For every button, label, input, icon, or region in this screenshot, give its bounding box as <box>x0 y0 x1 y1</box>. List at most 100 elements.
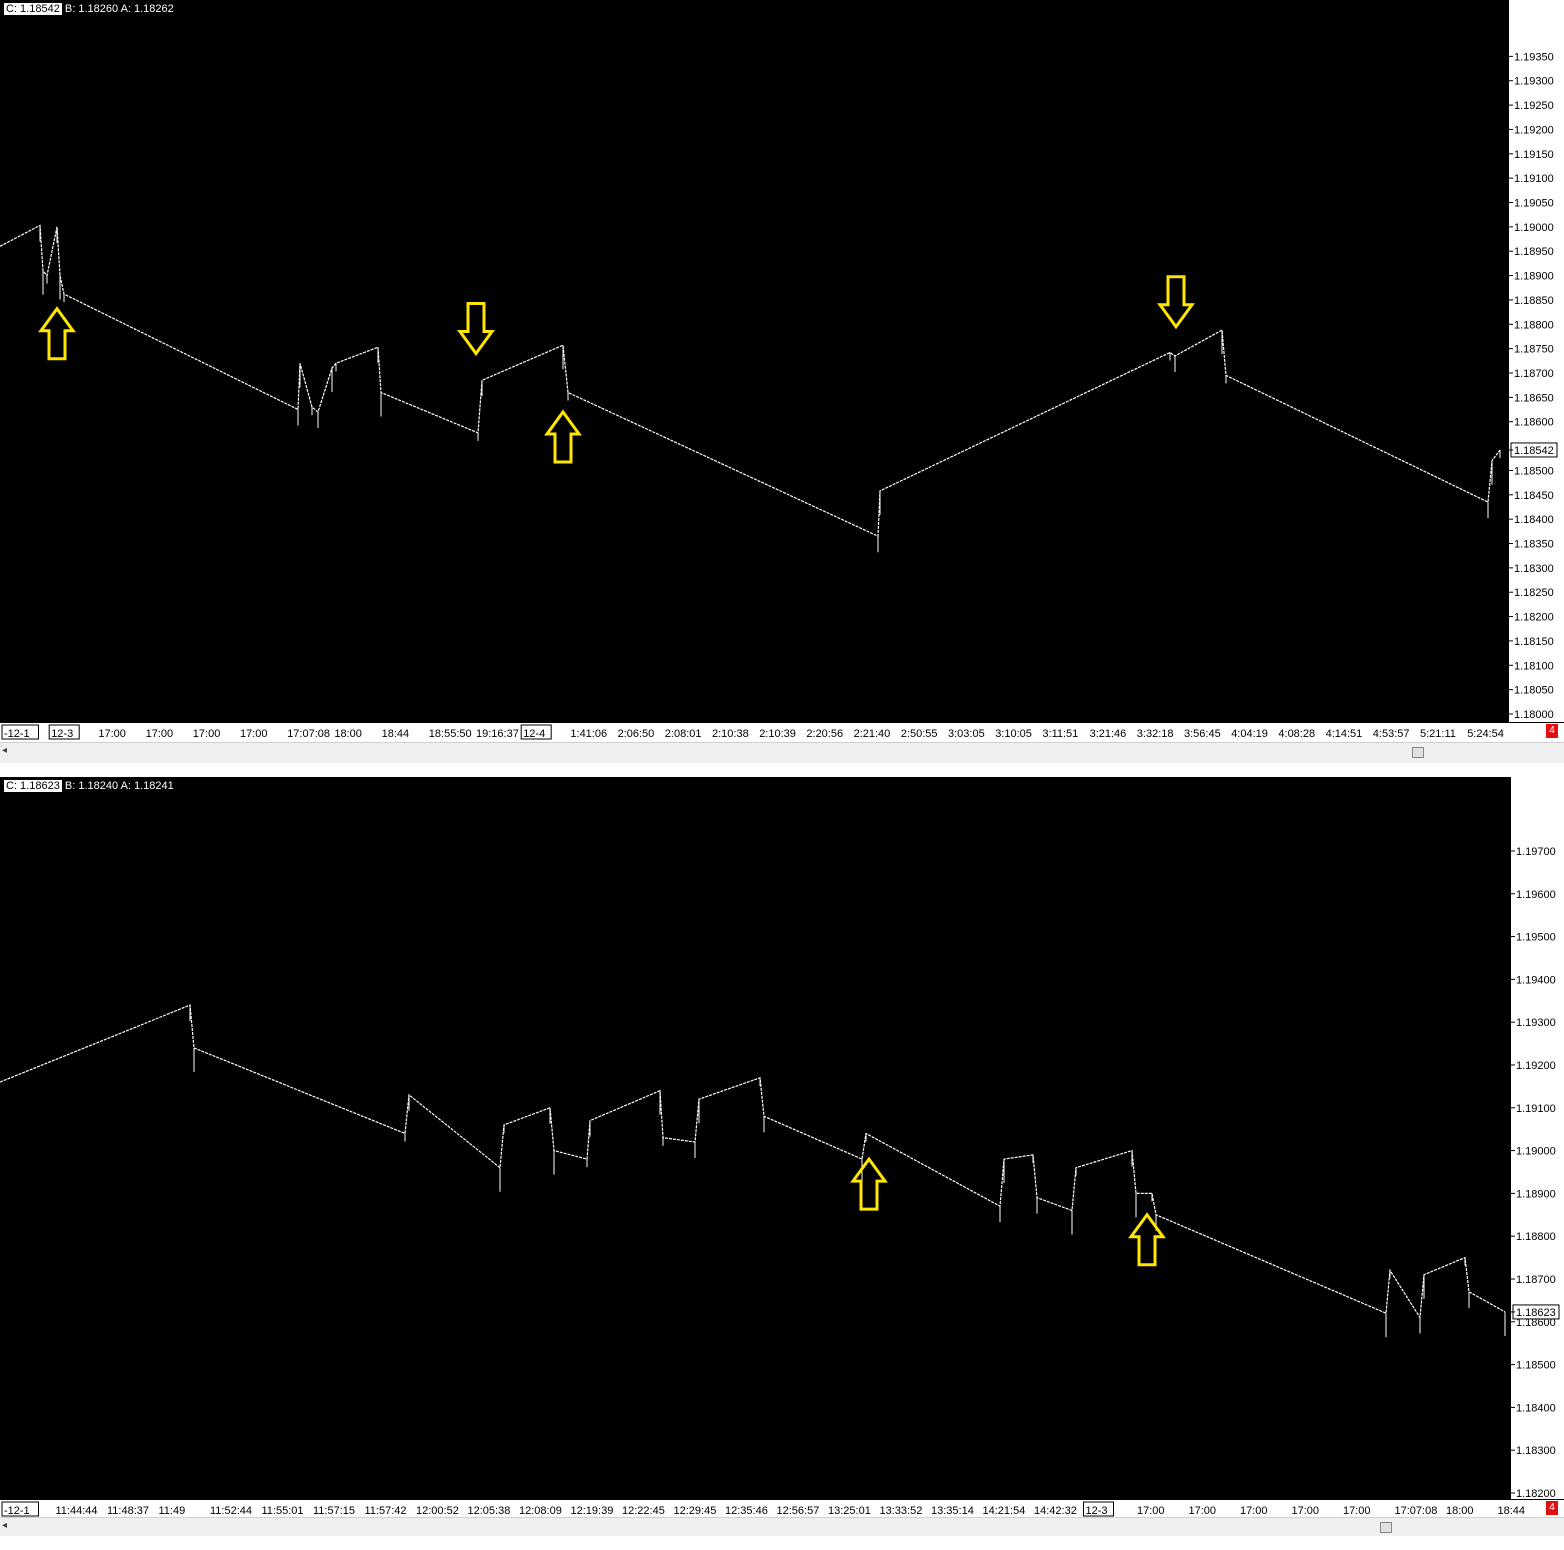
alert-count-badge[interactable]: 4 <box>1546 724 1558 738</box>
y-tick-label: 1.18900 <box>1516 1188 1556 1200</box>
y-tick-label: 1.18400 <box>1514 514 1554 526</box>
y-tick-label: 1.18400 <box>1516 1402 1556 1414</box>
y-tick-label: 1.18800 <box>1516 1231 1556 1243</box>
x-tick-label: 4:14:51 <box>1326 728 1363 740</box>
x-tick-label: 3:03:05 <box>948 728 985 740</box>
x-tick-label: 2:10:38 <box>712 728 749 740</box>
price-series-line <box>0 224 1501 538</box>
y-axis-bottom[interactable]: 1.19700 1.19600 1.19500 1.19400 1.19300 1.192… <box>1510 777 1564 1500</box>
panel-divider <box>0 764 1564 777</box>
x-tick-label: 18:00 <box>334 728 362 740</box>
x-tick-label: 11:44:44 <box>56 1505 98 1517</box>
x-axis-top[interactable]: -12-1 12-3 17:00 17:00 17:00 17:00 17:07:08 18:… <box>0 722 1564 743</box>
plot-area-top[interactable]: C: 1.18542 B: 1.18260 A: 1.18262 <box>0 0 1508 722</box>
last-price-label: 1.18542 <box>1514 445 1554 457</box>
y-tick-label: 1.18850 <box>1514 295 1554 307</box>
x-tick-label: 12:35:46 <box>725 1505 768 1517</box>
x-tick-label: 13:33:52 <box>880 1505 923 1517</box>
y-tick-label: 1.18700 <box>1516 1274 1556 1286</box>
x-tick-label: 3:11:51 <box>1042 728 1078 740</box>
chart-panel-bottom[interactable]: C: 1.18623 B: 1.18240 A: 1.18241 1.19700… <box>0 777 1564 1550</box>
y-tick-label: 1.19000 <box>1514 222 1554 234</box>
x-tick-label: 14:42:32 <box>1034 1505 1077 1517</box>
x-tick-label: 4:53:57 <box>1373 728 1410 740</box>
x-tick-label: 13:35:14 <box>931 1505 974 1517</box>
x-tick-label: 17:07:08 <box>287 728 330 740</box>
y-tick-label: 1.19700 <box>1516 846 1556 858</box>
x-tick-label: 12:00:52 <box>416 1505 459 1517</box>
y-tick-label: 1.18300 <box>1514 563 1554 575</box>
x-tick-label: 12:56:57 <box>777 1505 820 1517</box>
x-date-label: -12-1 <box>4 728 30 740</box>
price-chart-top[interactable] <box>0 0 1508 722</box>
x-tick-label: 11:49 <box>159 1505 186 1517</box>
y-tick-label: 1.18200 <box>1514 612 1554 624</box>
y-tick-label: 1.19500 <box>1516 932 1556 944</box>
y-tick-label: 1.19100 <box>1514 173 1554 185</box>
y-tick-label: 1.18050 <box>1514 685 1554 697</box>
scroll-left-icon[interactable]: ◂ <box>2 1520 7 1531</box>
horizontal-scrollbar-top[interactable]: ◂ <box>0 742 1564 763</box>
y-tick-label: 1.18600 <box>1516 1317 1556 1329</box>
x-tick-label: 17:00 <box>240 728 268 740</box>
scroll-left-icon[interactable]: ◂ <box>2 745 7 756</box>
price-info-bottom: C: 1.18623 B: 1.18240 A: 1.18241 <box>4 780 174 792</box>
x-tick-label: 17:07:08 <box>1395 1505 1438 1517</box>
x-tick-label: 2:10:39 <box>759 728 796 740</box>
y-tick-label: 1.18000 <box>1514 709 1554 721</box>
y-tick-label: 1.19050 <box>1514 198 1554 210</box>
x-tick-label: 18:44 <box>382 728 410 740</box>
x-tick-label: 12:19:39 <box>571 1505 614 1517</box>
x-tick-label: 2:50:55 <box>901 728 938 740</box>
scrollbar-thumb[interactable] <box>1380 1522 1392 1533</box>
chart-panel-top[interactable]: C: 1.18542 B: 1.18260 A: 1.18262 1.19350… <box>0 0 1564 764</box>
x-tick-label: 17:00 <box>1240 1505 1268 1517</box>
ask-price-label: A: 1.18241 <box>120 780 174 792</box>
y-axis-top[interactable]: 1.19350 1.19300 1.19250 1.19200 1.19150 1.191… <box>1508 0 1564 722</box>
y-tick-label: 1.18650 <box>1514 392 1554 404</box>
x-date-label: -12-1 <box>4 1505 30 1517</box>
x-tick-label: 5:24:54 <box>1467 728 1504 740</box>
x-tick-label: 19:16:37 <box>476 728 519 740</box>
x-tick-label: 18:55:50 <box>429 728 472 740</box>
x-tick-label: 3:21:46 <box>1090 728 1127 740</box>
y-tick-label: 1.18900 <box>1514 271 1554 283</box>
y-tick-label: 1.18350 <box>1514 539 1554 551</box>
x-tick-label: 1:41:06 <box>570 728 607 740</box>
y-tick-label: 1.18500 <box>1516 1360 1556 1372</box>
y-tick-label: 1.18600 <box>1514 417 1554 429</box>
y-tick-label: 1.19600 <box>1516 889 1556 901</box>
x-tick-label: 2:08:01 <box>665 728 702 740</box>
price-chart-bottom[interactable] <box>0 777 1510 1499</box>
y-tick-label: 1.18450 <box>1514 490 1554 502</box>
x-tick-label: 5:21:11 <box>1420 728 1456 740</box>
x-date-label: 12-3 <box>1086 1505 1108 1517</box>
close-price-label: C: 1.18623 <box>4 780 62 792</box>
x-tick-label: 12:08:09 <box>519 1505 562 1517</box>
x-tick-label: 17:00 <box>1292 1505 1320 1517</box>
bid-price-label: B: 1.18240 <box>64 780 119 792</box>
arrow-up-icon <box>544 409 582 464</box>
scrollbar-thumb[interactable] <box>1412 747 1424 758</box>
arrow-down-icon <box>457 302 495 357</box>
alert-count-badge[interactable]: 4 <box>1546 1501 1558 1515</box>
y-tick-label: 1.18200 <box>1516 1488 1556 1499</box>
x-tick-label: 12:29:45 <box>674 1505 717 1517</box>
y-tick-label: 1.19400 <box>1516 974 1556 986</box>
y-tick-label: 1.18150 <box>1514 636 1554 648</box>
plot-area-bottom[interactable]: C: 1.18623 B: 1.18240 A: 1.18241 <box>0 777 1510 1499</box>
y-tick-label: 1.19150 <box>1514 149 1554 161</box>
x-tick-label: 17:00 <box>193 728 221 740</box>
x-tick-label: 2:21:40 <box>854 728 891 740</box>
x-date-label: 12-3 <box>51 728 73 740</box>
horizontal-scrollbar-bottom[interactable]: ◂ <box>0 1517 1564 1537</box>
y-tick-label: 1.19250 <box>1514 100 1554 112</box>
ask-price-label: A: 1.18262 <box>120 3 174 15</box>
y-tick-label: 1.18500 <box>1514 465 1554 477</box>
arrow-up-icon <box>38 306 76 361</box>
y-tick-label: 1.18250 <box>1514 587 1554 599</box>
x-axis-bottom[interactable]: -12-1 11:44:44 11:48:37 11:49 11:52:44 11:55:… <box>0 1499 1564 1518</box>
x-tick-label: 4:04:19 <box>1231 728 1268 740</box>
arrow-up-icon <box>1128 1212 1166 1267</box>
y-tick-label: 1.18300 <box>1516 1445 1556 1457</box>
